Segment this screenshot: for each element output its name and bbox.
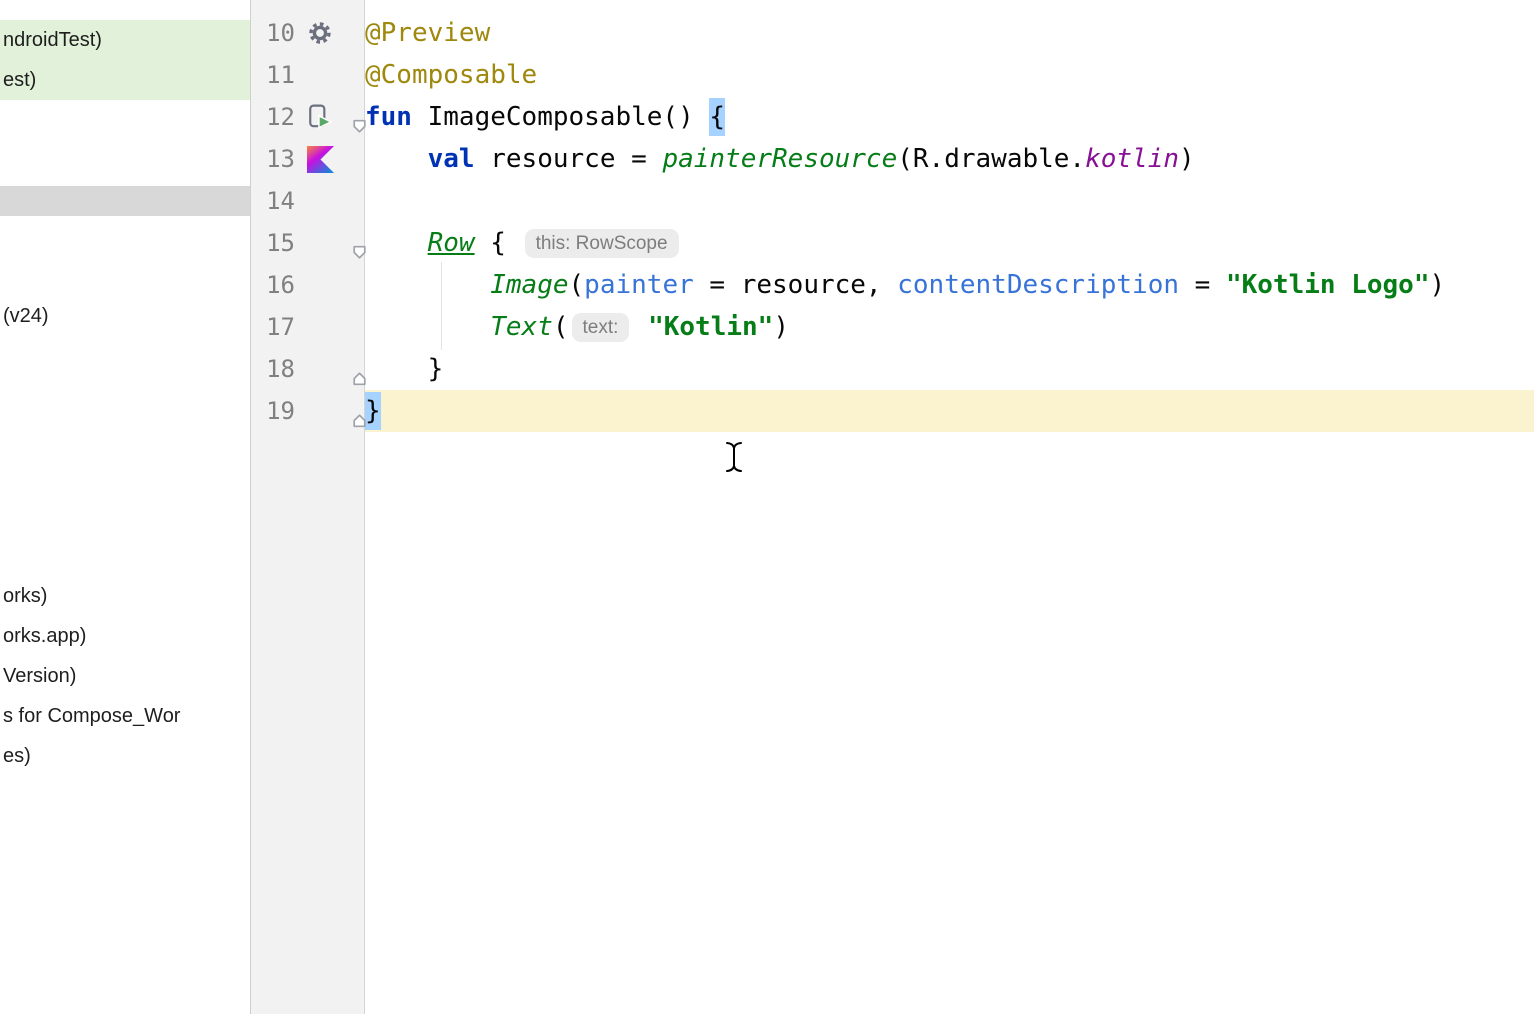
line-number: 19 xyxy=(257,390,295,432)
code-token: contentDescription xyxy=(897,270,1179,300)
code-token: { xyxy=(475,228,522,258)
code-token: Text xyxy=(490,312,553,342)
inlay-hint: text: xyxy=(572,313,630,342)
run-preview-icon[interactable] xyxy=(303,96,337,138)
code-token: Row xyxy=(428,228,475,258)
code-token: "Kotlin" xyxy=(648,312,773,342)
gutter-row: 17 xyxy=(251,306,364,348)
mouse-ibeam-cursor xyxy=(722,440,746,474)
line-number: 18 xyxy=(257,348,295,390)
line-number: 14 xyxy=(257,180,295,222)
tree-selected-row[interactable] xyxy=(0,186,250,216)
fold-end-icon[interactable] xyxy=(350,359,370,379)
code-token: { xyxy=(709,98,725,136)
editor[interactable]: @Preview @Composable fun ImageComposable()… xyxy=(365,0,1534,1014)
gear-icon[interactable] xyxy=(303,12,337,54)
code-line-15[interactable]: Row { this: RowScope xyxy=(365,222,1534,264)
gutter-row: 14 xyxy=(251,180,364,222)
code-token xyxy=(365,270,490,300)
gutter-row: 19 xyxy=(251,390,364,432)
code-token: ImageComposable() xyxy=(412,102,709,132)
code-token: @Composable xyxy=(365,60,537,90)
inlay-hint: this: RowScope xyxy=(525,229,679,258)
code-token: = xyxy=(1179,270,1226,300)
code-token xyxy=(365,144,428,174)
ibeam-icon xyxy=(722,440,746,474)
code-line-18[interactable]: } xyxy=(365,348,1534,390)
gutter-row: 16 xyxy=(251,264,364,306)
code-token: val xyxy=(428,144,475,174)
gutter-row: 12 xyxy=(251,96,364,138)
tree-item[interactable]: (v24) xyxy=(0,296,250,336)
editor-gutter: 10111213141516171819 xyxy=(251,0,365,1014)
code-token: Image xyxy=(490,270,568,300)
code-token: } xyxy=(365,354,443,384)
code-token: "Kotlin Logo" xyxy=(1226,270,1430,300)
gutter-row: 10 xyxy=(251,12,364,54)
line-number: 13 xyxy=(257,138,295,180)
code-token: fun xyxy=(365,102,412,132)
line-number: 11 xyxy=(257,54,295,96)
code-token: kotlin xyxy=(1085,144,1179,174)
code-line-14[interactable] xyxy=(365,180,1534,222)
line-number: 12 xyxy=(257,96,295,138)
fold-end-icon[interactable] xyxy=(350,401,370,421)
gutter-row: 13 xyxy=(251,138,364,180)
tree-item[interactable]: es) xyxy=(0,736,250,776)
code-token xyxy=(365,312,490,342)
code-token xyxy=(365,228,428,258)
code-line-19[interactable]: } xyxy=(365,390,1534,432)
line-number: 16 xyxy=(257,264,295,306)
gutter-row: 15 xyxy=(251,222,364,264)
code-line-17[interactable]: Text(text: "Kotlin") xyxy=(365,306,1534,348)
code-token: ) xyxy=(1429,270,1445,300)
tree-item[interactable]: orks) xyxy=(0,576,250,616)
code-token: ) xyxy=(773,312,789,342)
code-token: = resource, xyxy=(694,270,898,300)
gutter-row: 11 xyxy=(251,54,364,96)
code-token: ( xyxy=(553,312,569,342)
code-line-16[interactable]: Image(painter = resource, contentDescrip… xyxy=(365,264,1534,306)
kotlin-logo-icon[interactable] xyxy=(303,138,337,180)
code-token: (R.drawable. xyxy=(897,144,1085,174)
code-line-13[interactable]: val resource = painterResource(R.drawabl… xyxy=(365,138,1534,180)
tree-item[interactable]: Version) xyxy=(0,656,250,696)
ide-window: ndroidTest)est) (v24) orks)orks.app)Versio… xyxy=(0,0,1534,1014)
tree-item[interactable]: orks.app) xyxy=(0,616,250,656)
code-token: resource = xyxy=(475,144,663,174)
code-token: @Preview xyxy=(365,18,490,48)
tree-item[interactable]: est) xyxy=(0,60,250,100)
code-token: ) xyxy=(1179,144,1195,174)
tree-item[interactable]: s for Compose_Wor xyxy=(0,696,250,736)
code-token: painterResource xyxy=(662,144,897,174)
tree-item[interactable]: ndroidTest) xyxy=(0,20,250,60)
code-token: painter xyxy=(584,270,694,300)
fold-start-icon[interactable] xyxy=(350,233,370,253)
fold-start-icon[interactable] xyxy=(350,107,370,127)
line-number: 17 xyxy=(257,306,295,348)
code-token xyxy=(632,312,648,342)
project-tree-panel: ndroidTest)est) (v24) orks)orks.app)Versio… xyxy=(0,0,251,1014)
code-line-11[interactable]: @Composable xyxy=(365,54,1534,96)
code-line-12[interactable]: fun ImageComposable() { xyxy=(365,96,1534,138)
gutter-row: 18 xyxy=(251,348,364,390)
line-number: 10 xyxy=(257,12,295,54)
line-number: 15 xyxy=(257,222,295,264)
code-token: ( xyxy=(569,270,585,300)
code-line-10[interactable]: @Preview xyxy=(365,12,1534,54)
